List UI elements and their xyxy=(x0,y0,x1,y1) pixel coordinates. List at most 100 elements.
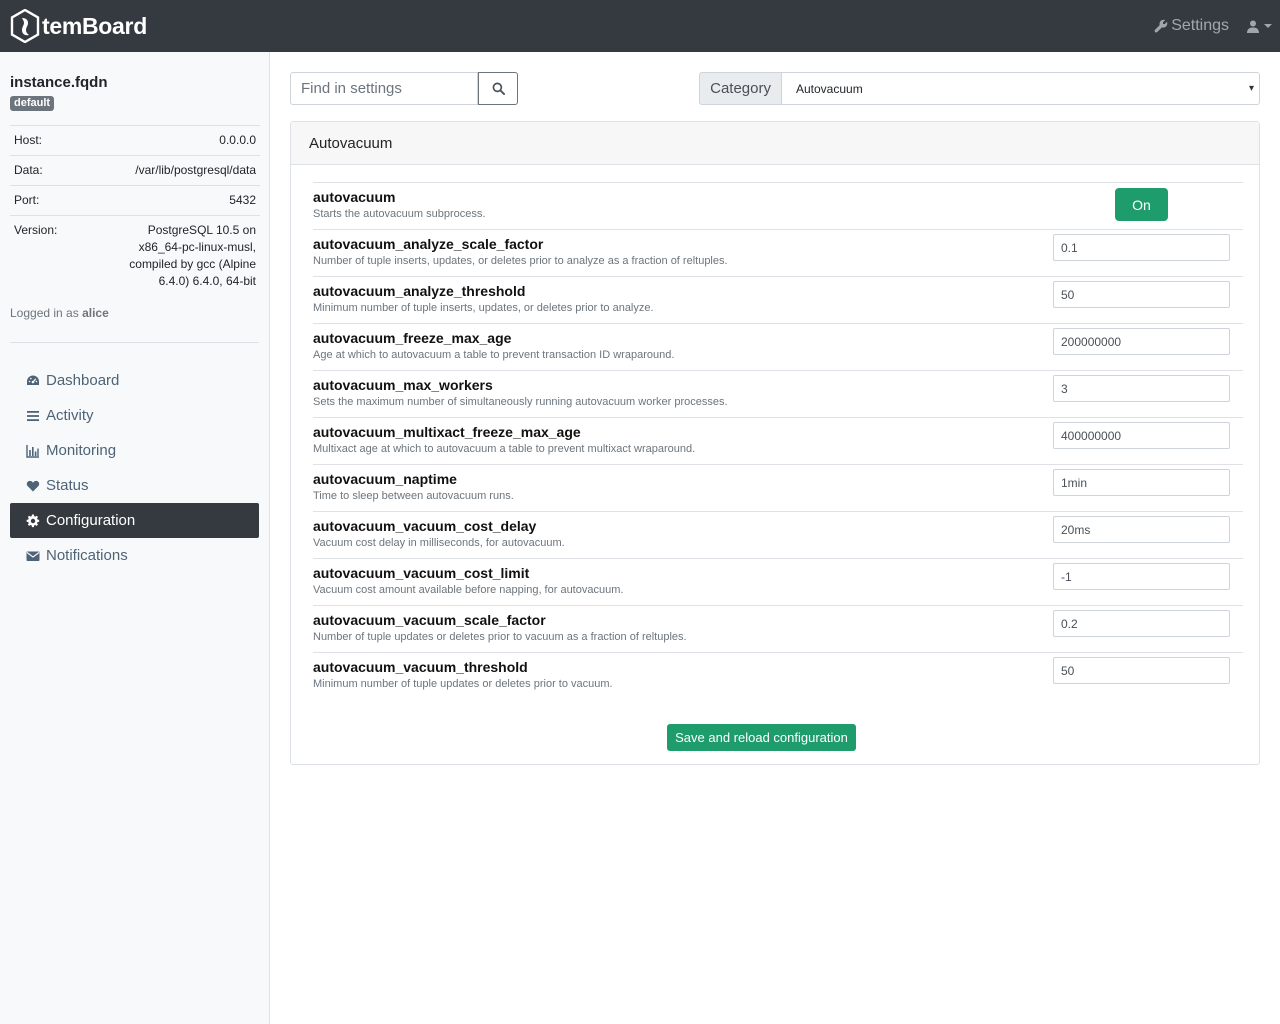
setting-description: Age at which to autovacuum a table to pr… xyxy=(313,349,675,361)
setting-value-input[interactable] xyxy=(1053,610,1230,637)
setting-value-input[interactable] xyxy=(1053,375,1230,402)
user-menu-toggle[interactable] xyxy=(1247,20,1272,33)
sidebar-item-label: Configuration xyxy=(46,512,136,529)
setting-description: Vacuum cost delay in milliseconds, for a… xyxy=(313,537,565,549)
settings-label: Settings xyxy=(1171,17,1229,34)
category-label: Category xyxy=(699,72,782,105)
setting-row: autovacuum_vacuum_cost_delay Vacuum cost… xyxy=(313,511,1243,559)
info-row-host: Host: 0.0.0.0 xyxy=(10,125,260,156)
setting-row: autovacuum_vacuum_threshold Minimum numb… xyxy=(313,652,1243,700)
sidebar-item-notifications[interactable]: Notifications xyxy=(10,538,259,573)
setting-name: autovacuum xyxy=(313,189,396,205)
setting-row: autovacuum_vacuum_cost_limit Vacuum cost… xyxy=(313,558,1243,606)
sidebar-item-label: Monitoring xyxy=(46,442,117,459)
search-button[interactable] xyxy=(478,72,518,105)
bar-chart-icon xyxy=(26,444,40,458)
setting-name: autovacuum_vacuum_scale_factor xyxy=(313,612,546,628)
wrench-icon xyxy=(1154,19,1168,33)
setting-value-input[interactable] xyxy=(1053,328,1230,355)
info-row-data: Data: /var/lib/postgresql/data xyxy=(10,155,260,186)
setting-value-input[interactable] xyxy=(1053,281,1230,308)
setting-row: autovacuum_vacuum_scale_factor Number of… xyxy=(313,605,1243,653)
instance-info-table: Host: 0.0.0.0 Data: /var/lib/postgresql/… xyxy=(10,125,260,296)
setting-description: Vacuum cost amount available before napp… xyxy=(313,584,624,596)
chevron-down-icon xyxy=(1264,24,1272,28)
category-selected-value: Autovacuum xyxy=(796,81,863,96)
sidebar-nav: Dashboard Activity Monitoring Status Con… xyxy=(10,363,259,573)
setting-name: autovacuum_naptime xyxy=(313,471,457,487)
logged-in-prefix: Logged in as xyxy=(10,306,79,320)
environment-badge: default xyxy=(10,96,55,111)
setting-value-input[interactable] xyxy=(1053,422,1230,449)
main-content: Category Autovacuum ▾ Autovacuum autovac… xyxy=(290,72,1260,765)
sidebar-item-status[interactable]: Status xyxy=(10,468,259,503)
chevron-down-icon: ▾ xyxy=(1248,83,1254,94)
sidebar-item-label: Activity xyxy=(46,407,94,424)
search-icon xyxy=(492,82,505,95)
setting-name: autovacuum_vacuum_cost_limit xyxy=(313,565,530,581)
settings-toolbar: Category Autovacuum ▾ xyxy=(290,72,1260,106)
sidebar-item-dashboard[interactable]: Dashboard xyxy=(10,363,259,398)
user-icon xyxy=(1247,20,1259,33)
sidebar-item-activity[interactable]: Activity xyxy=(10,398,259,433)
sidebar: instance.fqdn default Host: 0.0.0.0 Data… xyxy=(0,52,270,1024)
info-key: Port: xyxy=(10,185,70,216)
setting-description: Number of tuple updates or deletes prior… xyxy=(313,631,687,643)
setting-value-input[interactable] xyxy=(1053,234,1230,261)
setting-row: autovacuum_analyze_scale_factor Number o… xyxy=(313,229,1243,277)
setting-row-autovacuum: autovacuum Starts the autovacuum subproc… xyxy=(313,182,1243,230)
setting-description: Starts the autovacuum subprocess. xyxy=(313,208,486,220)
sidebar-item-label: Notifications xyxy=(46,547,128,564)
setting-name: autovacuum_analyze_threshold xyxy=(313,283,526,299)
setting-value-input[interactable] xyxy=(1053,657,1230,684)
sidebar-divider xyxy=(10,342,259,343)
setting-row: autovacuum_naptime Time to sleep between… xyxy=(313,464,1243,512)
heart-icon xyxy=(26,479,40,493)
sidebar-item-label: Dashboard xyxy=(46,372,120,389)
setting-row: autovacuum_multixact_freeze_max_age Mult… xyxy=(313,417,1243,465)
info-value: /var/lib/postgresql/data xyxy=(70,155,260,186)
top-navbar: temBoard Settings xyxy=(0,0,1280,52)
category-select[interactable]: Autovacuum ▾ xyxy=(782,72,1260,105)
setting-name: autovacuum_max_workers xyxy=(313,377,493,393)
setting-row: autovacuum_max_workers Sets the maximum … xyxy=(313,370,1243,418)
search-group xyxy=(290,72,518,105)
info-row-port: Port: 5432 xyxy=(10,185,260,216)
setting-name: autovacuum_analyze_scale_factor xyxy=(313,236,544,252)
autovacuum-toggle-button[interactable]: On xyxy=(1115,188,1168,221)
settings-table: autovacuum Starts the autovacuum subproc… xyxy=(313,182,1243,700)
setting-description: Time to sleep between autovacuum runs. xyxy=(313,490,514,502)
setting-description: Multixact age at which to autovacuum a t… xyxy=(313,443,696,455)
category-group: Category Autovacuum ▾ xyxy=(699,72,1260,105)
temboard-logo-icon xyxy=(10,9,40,43)
setting-row: autovacuum_analyze_threshold Minimum num… xyxy=(313,276,1243,324)
setting-name: autovacuum_vacuum_threshold xyxy=(313,659,528,675)
brand-name: temBoard xyxy=(42,13,147,39)
instance-name: instance.fqdn xyxy=(10,74,108,91)
save-reload-button[interactable]: Save and reload configuration xyxy=(667,723,856,751)
setting-description: Minimum number of tuple updates or delet… xyxy=(313,678,613,690)
sidebar-item-configuration[interactable]: Configuration xyxy=(10,503,259,538)
logged-in-user: alice xyxy=(82,306,109,320)
envelope-icon xyxy=(26,549,40,563)
info-key: Host: xyxy=(10,125,70,156)
gear-icon xyxy=(26,514,40,528)
info-key: Version: xyxy=(10,215,70,296)
setting-value-input[interactable] xyxy=(1053,563,1230,590)
info-value: 5432 xyxy=(70,185,260,216)
settings-card: Autovacuum autovacuum Starts the autovac… xyxy=(290,121,1260,765)
search-input[interactable] xyxy=(290,72,478,105)
info-key: Data: xyxy=(10,155,70,186)
info-value: PostgreSQL 10.5 on x86_64-pc-linux-musl,… xyxy=(70,215,260,296)
settings-link[interactable]: Settings xyxy=(1154,17,1229,35)
brand-link[interactable]: temBoard xyxy=(10,0,147,52)
info-value: 0.0.0.0 xyxy=(70,125,260,156)
setting-description: Sets the maximum number of simultaneousl… xyxy=(313,396,728,408)
setting-name: autovacuum_freeze_max_age xyxy=(313,330,512,346)
setting-value-input[interactable] xyxy=(1053,516,1230,543)
setting-value-input[interactable] xyxy=(1053,469,1230,496)
setting-name: autovacuum_vacuum_cost_delay xyxy=(313,518,537,534)
sidebar-item-label: Status xyxy=(46,477,89,494)
sidebar-item-monitoring[interactable]: Monitoring xyxy=(10,433,259,468)
dashboard-icon xyxy=(26,374,40,388)
